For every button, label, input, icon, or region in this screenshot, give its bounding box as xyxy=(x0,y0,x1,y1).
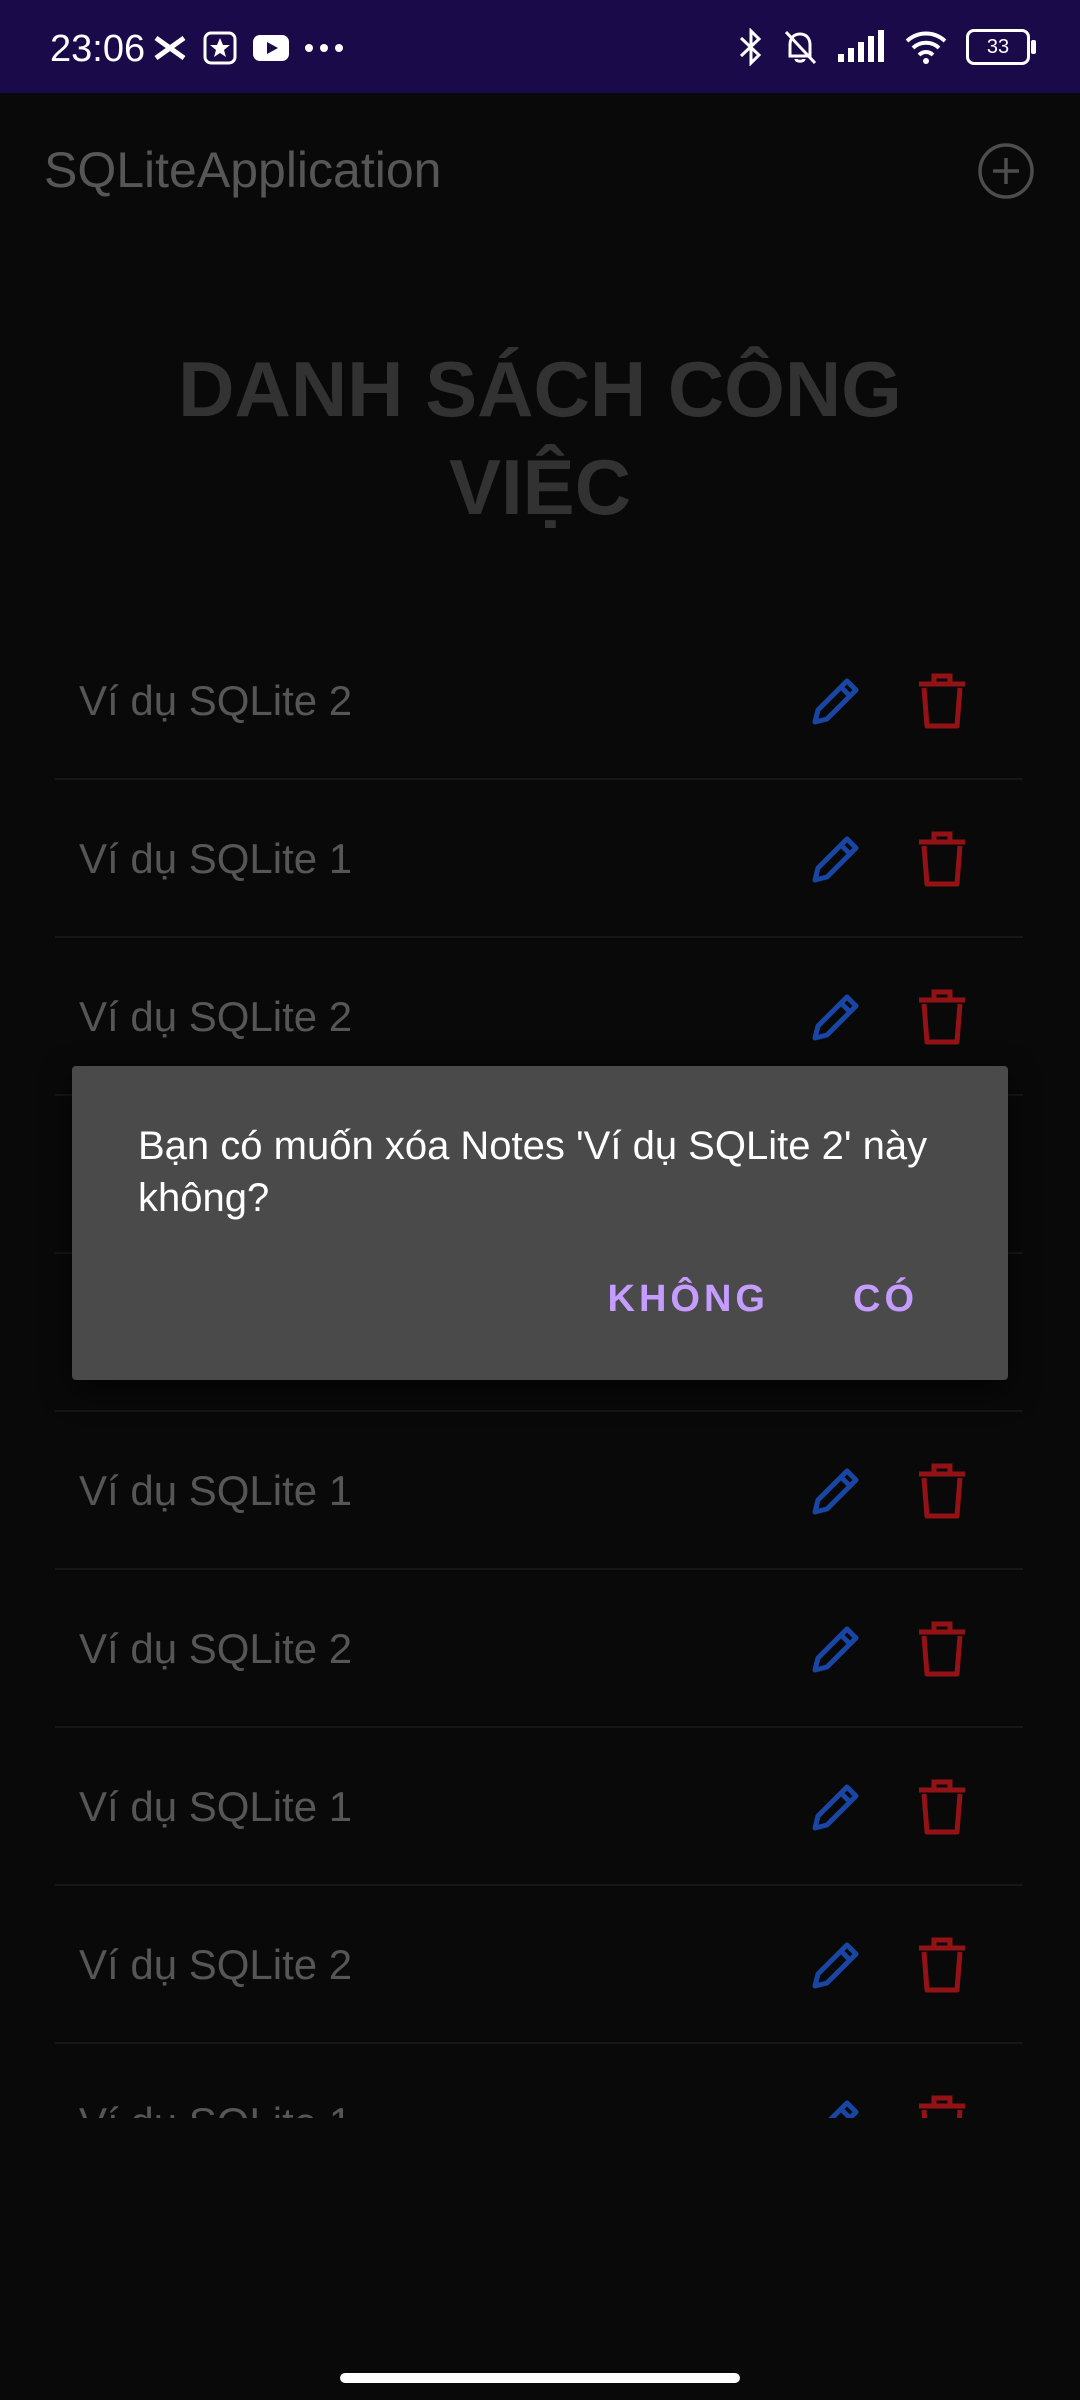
status-left-icons xyxy=(152,30,344,66)
youtube-icon xyxy=(253,35,289,61)
star-app-icon xyxy=(203,31,237,65)
home-indicator[interactable] xyxy=(340,2373,740,2383)
capcut-icon xyxy=(154,35,186,61)
status-bar: 23:06 33 xyxy=(0,0,1080,93)
confirm-delete-dialog: Bạn có muốn xóa Notes 'Ví dụ SQLite 2' n… xyxy=(72,1066,1008,1380)
more-dots-icon xyxy=(305,44,343,52)
battery-icon: 33 xyxy=(966,29,1036,65)
wifi-icon xyxy=(905,31,947,64)
status-right-icons: 33 xyxy=(738,28,1036,66)
cancel-button[interactable]: KHÔNG xyxy=(608,1278,769,1321)
signal-icon xyxy=(838,30,884,62)
confirm-button[interactable]: CÓ xyxy=(853,1278,918,1321)
dialog-actions: KHÔNG CÓ xyxy=(608,1278,918,1321)
bluetooth-icon xyxy=(739,28,762,66)
dialog-message: Bạn có muốn xóa Notes 'Ví dụ SQLite 2' n… xyxy=(138,1124,928,1220)
status-time: 23:06 xyxy=(50,28,146,70)
bell-off-icon xyxy=(784,30,817,65)
